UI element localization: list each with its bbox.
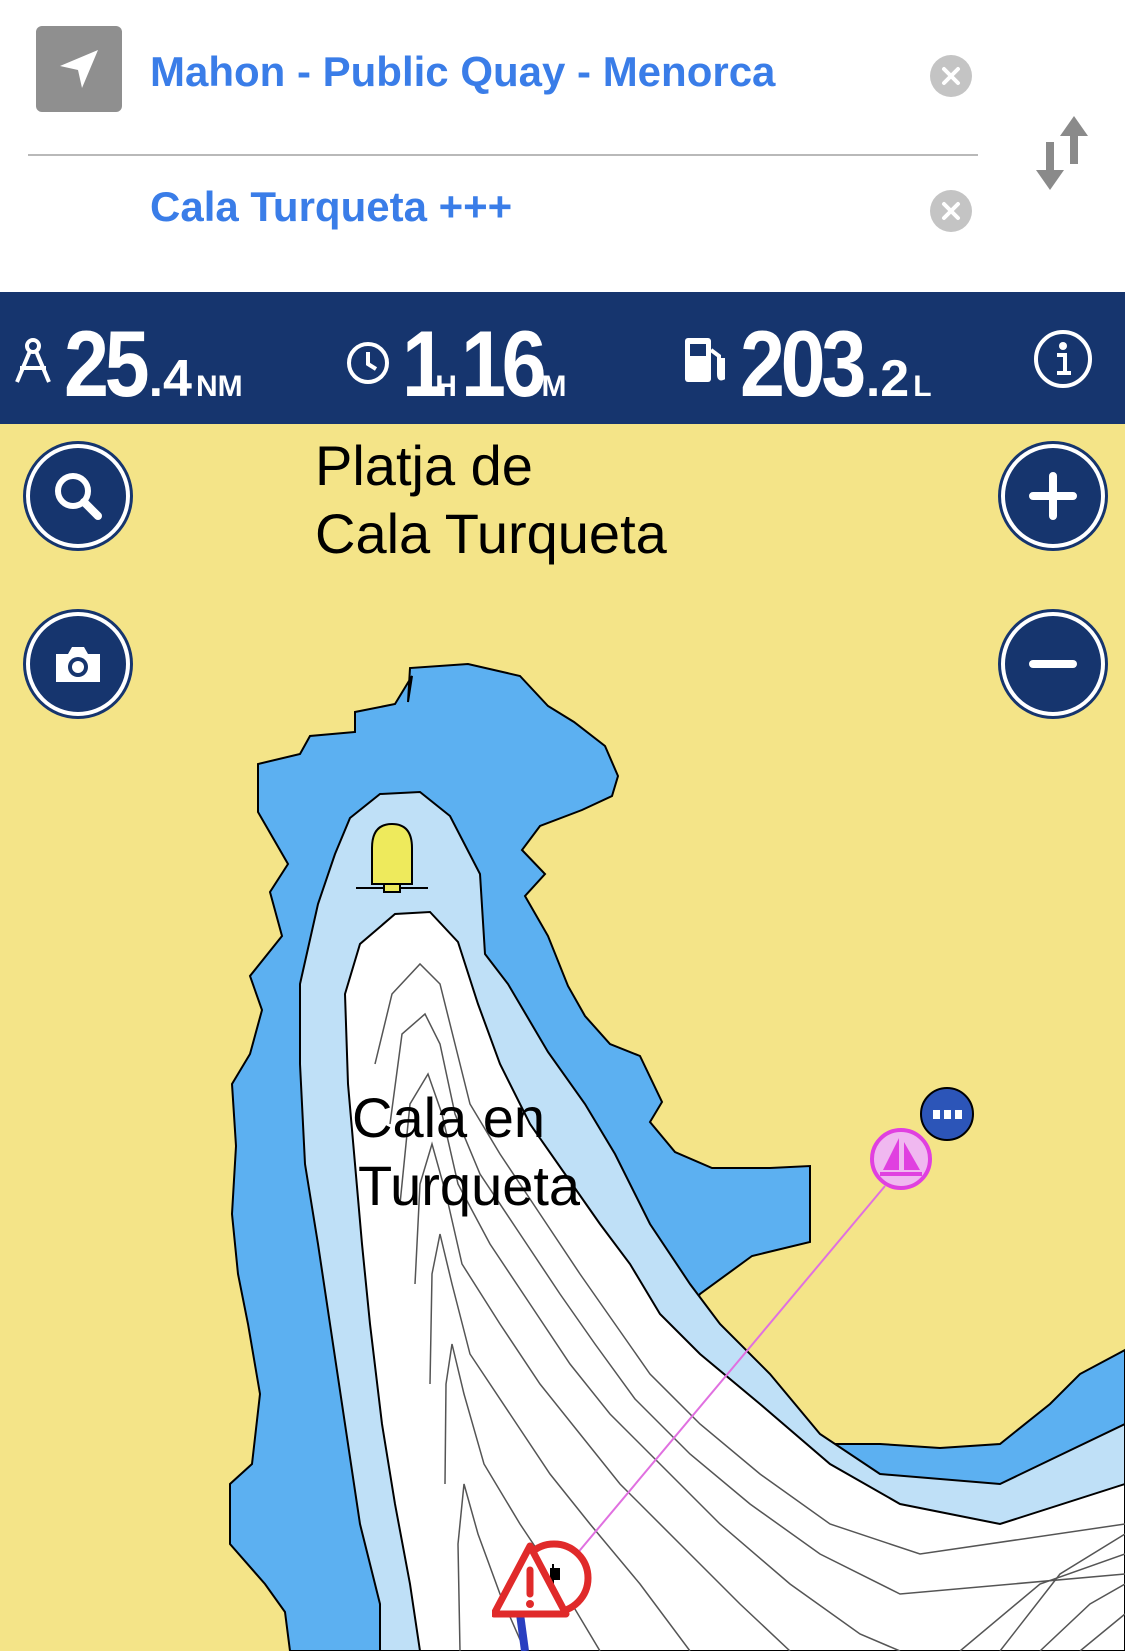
time-minutes-unit: M [541,370,567,403]
fuel-pump-icon [685,338,725,382]
minus-icon[interactable] [1001,612,1105,716]
clock-icon [347,342,389,384]
navigation-arrow-icon[interactable] [36,26,122,112]
clear-icon[interactable] [930,190,972,232]
route-stats-bar: 25 .4 NM 1 H 16 M 203 .2 L [0,292,1125,424]
plus-icon[interactable] [1001,444,1105,548]
swap-icon[interactable] [1032,112,1094,194]
clear-icon[interactable] [930,55,972,97]
nautical-chart [229,662,1125,1651]
route-panel: Mahon - Public Quay - Menorca Cala Turqu… [0,0,1125,292]
distance-decimal: .4 [148,350,192,408]
chart-map[interactable]: Platja de Cala Turqueta Cala en Turqueta [0,424,1125,1651]
fuel-stat: 203 .2 L [740,310,932,418]
time-stat: 1 H 16 M [402,310,567,418]
fuel-unit: L [913,370,932,403]
map-label-cove: Cala en Turqueta [352,1084,580,1220]
fuel-value: 203 [740,311,866,416]
fuel-decimal: .2 [865,350,910,408]
time-hours: 1 [402,311,447,416]
compass-icon [15,338,51,383]
map-label-beach: Platja de Cala Turqueta [315,432,667,568]
beach-label-line1: Platja de [315,434,533,497]
cove-label-line1: Cala en [352,1086,546,1149]
hazard-warning-icon[interactable] [492,1534,602,1634]
camera-icon[interactable] [26,612,130,716]
sailboat-icon[interactable] [866,1124,936,1194]
search-icon[interactable] [26,444,130,548]
divider [28,154,978,156]
bell-buoy-icon[interactable] [352,816,432,896]
cove-label-line2: Turqueta [358,1154,581,1217]
time-minutes: 16 [460,311,547,416]
distance-value: 25 [64,311,150,416]
distance-unit: NM [195,370,243,403]
beach-label-line2: Cala Turqueta [315,502,667,565]
info-icon[interactable] [1032,328,1094,390]
distance-stat: 25 .4 NM [64,310,243,418]
route-to-field[interactable]: Cala Turqueta +++ [150,183,512,231]
open-sea-area [343,910,1125,1651]
route-from-field[interactable]: Mahon - Public Quay - Menorca [150,48,775,96]
